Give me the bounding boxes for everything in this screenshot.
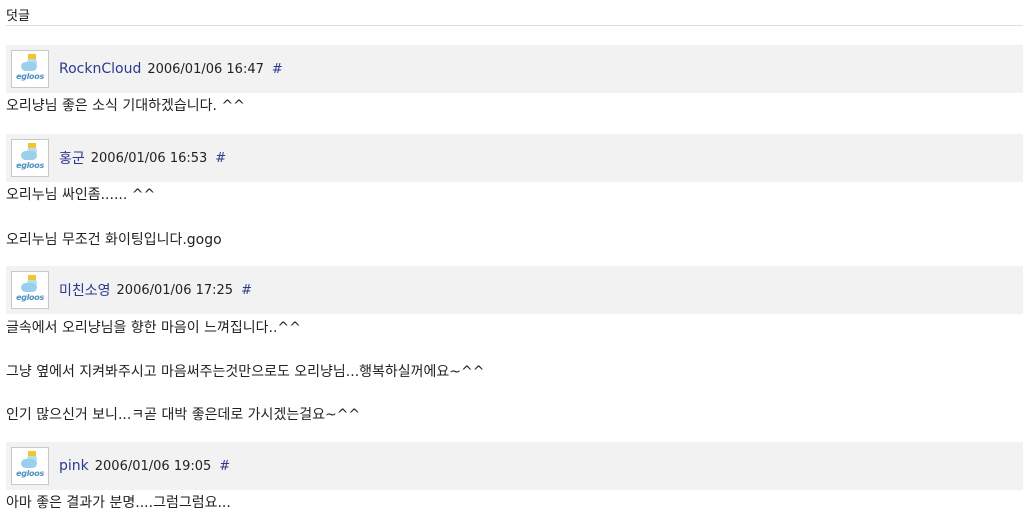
cloud-shape: [21, 283, 37, 292]
comment-header: egloos 홍군 2006/01/06 16:53 #: [6, 134, 1023, 182]
comment-text: 그냥 옆에서 지켜봐주시고 마음써주는것만으로도 오리냥님...행복하실꺼에요~…: [6, 364, 485, 380]
comment-text: 글속에서 오리냥님을 향한 마음이 느껴집니다..^^: [6, 320, 301, 336]
avatar[interactable]: egloos: [11, 139, 49, 177]
egloos-logo: egloos: [16, 72, 44, 81]
crown-shape: [28, 451, 36, 456]
comment-permalink[interactable]: #: [272, 62, 283, 77]
avatar[interactable]: egloos: [11, 447, 49, 485]
crown-shape: [28, 54, 36, 59]
comment-text: 오리누님 무조건 화이팅입니다.gogo: [6, 232, 222, 248]
avatar[interactable]: egloos: [11, 50, 49, 88]
cloud-shape: [21, 151, 37, 160]
cloud-shape: [21, 62, 37, 71]
comment-text: 인기 많으신거 보니...ㅋ곧 대박 좋은데로 가시겠는걸요~^^: [6, 407, 361, 423]
section-divider: [6, 25, 1023, 26]
comment-author-link[interactable]: pink: [59, 458, 89, 474]
comment-timestamp: 2006/01/06 16:53: [90, 150, 208, 166]
crown-shape: [28, 275, 36, 280]
comment-header: egloos 미친소영 2006/01/06 17:25 #: [6, 266, 1023, 314]
comment-author-link[interactable]: 홍군: [59, 148, 85, 168]
comment-author-link[interactable]: RocknCloud: [59, 61, 141, 77]
comment-timestamp: 2006/01/06 17:25: [116, 282, 234, 298]
avatar[interactable]: egloos: [11, 271, 49, 309]
comment-header: egloos pink 2006/01/06 19:05 #: [6, 442, 1023, 490]
comment-timestamp: 2006/01/06 16:47: [147, 61, 264, 77]
egloos-logo: egloos: [16, 469, 44, 478]
comments-section-title: 덧글: [6, 9, 30, 24]
comment-timestamp: 2006/01/06 19:05: [94, 458, 212, 474]
comment-permalink[interactable]: #: [241, 283, 252, 298]
cloud-shape: [21, 459, 37, 468]
comment-header: egloos RocknCloud 2006/01/06 16:47 #: [6, 45, 1023, 93]
comment-text: 오리냥님 좋은 소식 기대하겠습니다. ^^: [6, 98, 245, 114]
egloos-logo: egloos: [16, 161, 44, 170]
comment-author-link[interactable]: 미친소영: [59, 280, 111, 300]
comment-permalink[interactable]: #: [219, 459, 230, 474]
crown-shape: [28, 143, 36, 148]
egloos-logo: egloos: [16, 293, 44, 302]
comment-text: 오리누님 싸인좀...... ^^: [6, 187, 156, 203]
comment-permalink[interactable]: #: [215, 151, 226, 166]
comment-text: 아마 좋은 결과가 분명....그럼그럼요...: [6, 495, 231, 511]
